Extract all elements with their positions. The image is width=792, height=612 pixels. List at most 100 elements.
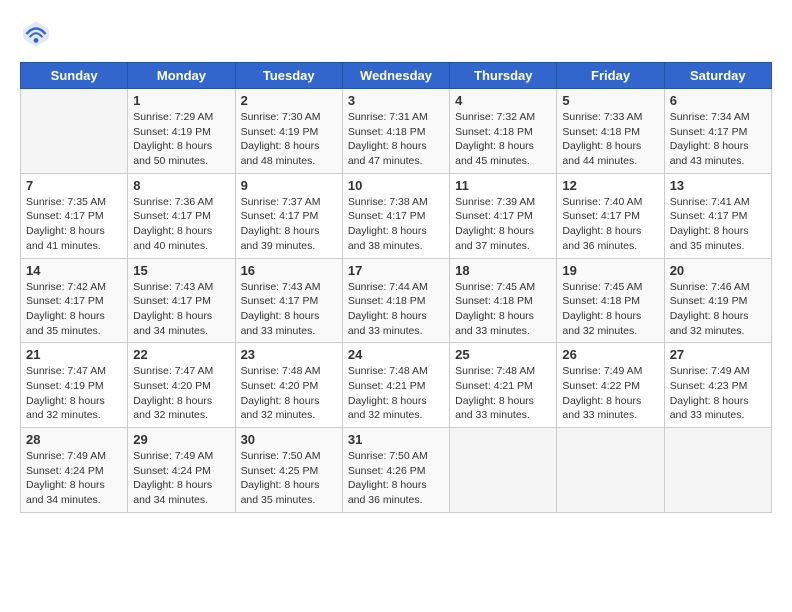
calendar-cell: 16 Sunrise: 7:43 AM Sunset: 4:17 PM Dayli… [235, 258, 342, 343]
day-number: 11 [455, 178, 551, 193]
day-info: Sunrise: 7:47 AM Sunset: 4:19 PM Dayligh… [26, 364, 122, 423]
day-info: Sunrise: 7:49 AM Sunset: 4:23 PM Dayligh… [670, 364, 766, 423]
day-number: 27 [670, 347, 766, 362]
day-info: Sunrise: 7:30 AM Sunset: 4:19 PM Dayligh… [241, 110, 337, 169]
calendar-cell: 11 Sunrise: 7:39 AM Sunset: 4:17 PM Dayli… [450, 173, 557, 258]
day-info: Sunrise: 7:37 AM Sunset: 4:17 PM Dayligh… [241, 195, 337, 254]
calendar-cell: 20 Sunrise: 7:46 AM Sunset: 4:19 PM Dayli… [664, 258, 771, 343]
calendar-week-row: 21 Sunrise: 7:47 AM Sunset: 4:19 PM Dayli… [21, 343, 772, 428]
day-number: 25 [455, 347, 551, 362]
day-info: Sunrise: 7:49 AM Sunset: 4:22 PM Dayligh… [562, 364, 658, 423]
day-number: 21 [26, 347, 122, 362]
calendar-cell: 24 Sunrise: 7:48 AM Sunset: 4:21 PM Dayli… [342, 343, 449, 428]
calendar-cell: 21 Sunrise: 7:47 AM Sunset: 4:19 PM Dayli… [21, 343, 128, 428]
day-info: Sunrise: 7:42 AM Sunset: 4:17 PM Dayligh… [26, 280, 122, 339]
day-info: Sunrise: 7:29 AM Sunset: 4:19 PM Dayligh… [133, 110, 229, 169]
calendar-cell: 26 Sunrise: 7:49 AM Sunset: 4:22 PM Dayli… [557, 343, 664, 428]
day-number: 2 [241, 93, 337, 108]
calendar-cell [557, 428, 664, 513]
calendar-cell: 13Sunrise: 7:41 AM Sunset: 4:17 PM Dayli… [664, 173, 771, 258]
day-number: 19 [562, 263, 658, 278]
calendar-cell: 12Sunrise: 7:40 AM Sunset: 4:17 PM Dayli… [557, 173, 664, 258]
calendar-cell: 15Sunrise: 7:43 AM Sunset: 4:17 PM Dayli… [128, 258, 235, 343]
day-number: 22 [133, 347, 229, 362]
day-info: Sunrise: 7:50 AM Sunset: 4:25 PM Dayligh… [241, 449, 337, 508]
day-of-week-header: Tuesday [235, 63, 342, 89]
calendar-cell [450, 428, 557, 513]
day-info: Sunrise: 7:50 AM Sunset: 4:26 PM Dayligh… [348, 449, 444, 508]
day-info: Sunrise: 7:33 AM Sunset: 4:18 PM Dayligh… [562, 110, 658, 169]
day-info: Sunrise: 7:39 AM Sunset: 4:17 PM Dayligh… [455, 195, 551, 254]
calendar-cell: 22 Sunrise: 7:47 AM Sunset: 4:20 PM Dayli… [128, 343, 235, 428]
calendar-body: 1 Sunrise: 7:29 AM Sunset: 4:19 PM Daylig… [21, 89, 772, 513]
day-info: Sunrise: 7:44 AM Sunset: 4:18 PM Dayligh… [348, 280, 444, 339]
day-of-week-header: Saturday [664, 63, 771, 89]
calendar-week-row: 14 Sunrise: 7:42 AM Sunset: 4:17 PM Dayli… [21, 258, 772, 343]
calendar-week-row: 7 Sunrise: 7:35 AM Sunset: 4:17 PM Daylig… [21, 173, 772, 258]
day-number: 5 [562, 93, 658, 108]
day-number: 14 [26, 263, 122, 278]
day-info: Sunrise: 7:43 AM Sunset: 4:17 PM Dayligh… [241, 280, 337, 339]
calendar-week-row: 28Sunrise: 7:49 AM Sunset: 4:24 PM Dayli… [21, 428, 772, 513]
day-number: 17 [348, 263, 444, 278]
day-number: 3 [348, 93, 444, 108]
calendar-cell: 8Sunrise: 7:36 AM Sunset: 4:17 PM Daylig… [128, 173, 235, 258]
calendar-table: SundayMondayTuesdayWednesdayThursdayFrid… [20, 62, 772, 513]
day-number: 20 [670, 263, 766, 278]
calendar-cell: 1 Sunrise: 7:29 AM Sunset: 4:19 PM Daylig… [128, 89, 235, 174]
calendar-cell: 17 Sunrise: 7:44 AM Sunset: 4:18 PM Dayli… [342, 258, 449, 343]
day-info: Sunrise: 7:34 AM Sunset: 4:17 PM Dayligh… [670, 110, 766, 169]
calendar-cell: 19 Sunrise: 7:45 AM Sunset: 4:18 PM Dayli… [557, 258, 664, 343]
days-of-week-row: SundayMondayTuesdayWednesdayThursdayFrid… [21, 63, 772, 89]
calendar-cell: 2 Sunrise: 7:30 AM Sunset: 4:19 PM Daylig… [235, 89, 342, 174]
calendar-cell [21, 89, 128, 174]
calendar-cell: 5 Sunrise: 7:33 AM Sunset: 4:18 PM Daylig… [557, 89, 664, 174]
day-number: 31 [348, 432, 444, 447]
day-info: Sunrise: 7:47 AM Sunset: 4:20 PM Dayligh… [133, 364, 229, 423]
calendar-cell: 10 Sunrise: 7:38 AM Sunset: 4:17 PM Dayli… [342, 173, 449, 258]
day-info: Sunrise: 7:48 AM Sunset: 4:21 PM Dayligh… [348, 364, 444, 423]
day-of-week-header: Sunday [21, 63, 128, 89]
day-number: 16 [241, 263, 337, 278]
calendar-cell: 30Sunrise: 7:50 AM Sunset: 4:25 PM Dayli… [235, 428, 342, 513]
calendar-cell: 4Sunrise: 7:32 AM Sunset: 4:18 PM Daylig… [450, 89, 557, 174]
calendar-cell: 7 Sunrise: 7:35 AM Sunset: 4:17 PM Daylig… [21, 173, 128, 258]
calendar-cell: 18Sunrise: 7:45 AM Sunset: 4:18 PM Dayli… [450, 258, 557, 343]
day-number: 13 [670, 178, 766, 193]
calendar-cell: 27 Sunrise: 7:49 AM Sunset: 4:23 PM Dayli… [664, 343, 771, 428]
calendar-cell: 9Sunrise: 7:37 AM Sunset: 4:17 PM Daylig… [235, 173, 342, 258]
day-info: Sunrise: 7:35 AM Sunset: 4:17 PM Dayligh… [26, 195, 122, 254]
logo-icon [20, 18, 52, 50]
day-info: Sunrise: 7:32 AM Sunset: 4:18 PM Dayligh… [455, 110, 551, 169]
day-info: Sunrise: 7:45 AM Sunset: 4:18 PM Dayligh… [455, 280, 551, 339]
day-info: Sunrise: 7:48 AM Sunset: 4:21 PM Dayligh… [455, 364, 551, 423]
calendar-header: SundayMondayTuesdayWednesdayThursdayFrid… [21, 63, 772, 89]
day-info: Sunrise: 7:45 AM Sunset: 4:18 PM Dayligh… [562, 280, 658, 339]
calendar-week-row: 1 Sunrise: 7:29 AM Sunset: 4:19 PM Daylig… [21, 89, 772, 174]
header [20, 18, 772, 50]
day-info: Sunrise: 7:31 AM Sunset: 4:18 PM Dayligh… [348, 110, 444, 169]
day-info: Sunrise: 7:38 AM Sunset: 4:17 PM Dayligh… [348, 195, 444, 254]
logo [20, 18, 58, 50]
calendar-cell: 14 Sunrise: 7:42 AM Sunset: 4:17 PM Dayli… [21, 258, 128, 343]
calendar-cell: 23 Sunrise: 7:48 AM Sunset: 4:20 PM Dayli… [235, 343, 342, 428]
day-number: 23 [241, 347, 337, 362]
day-number: 10 [348, 178, 444, 193]
day-number: 24 [348, 347, 444, 362]
day-number: 15 [133, 263, 229, 278]
calendar-cell: 31 Sunrise: 7:50 AM Sunset: 4:26 PM Dayli… [342, 428, 449, 513]
day-number: 26 [562, 347, 658, 362]
day-info: Sunrise: 7:46 AM Sunset: 4:19 PM Dayligh… [670, 280, 766, 339]
calendar-cell: 3 Sunrise: 7:31 AM Sunset: 4:18 PM Daylig… [342, 89, 449, 174]
day-number: 29 [133, 432, 229, 447]
calendar-cell: 6Sunrise: 7:34 AM Sunset: 4:17 PM Daylig… [664, 89, 771, 174]
day-info: Sunrise: 7:36 AM Sunset: 4:17 PM Dayligh… [133, 195, 229, 254]
calendar-cell: 29 Sunrise: 7:49 AM Sunset: 4:24 PM Dayli… [128, 428, 235, 513]
day-number: 1 [133, 93, 229, 108]
day-info: Sunrise: 7:49 AM Sunset: 4:24 PM Dayligh… [133, 449, 229, 508]
calendar-cell: 28Sunrise: 7:49 AM Sunset: 4:24 PM Dayli… [21, 428, 128, 513]
day-of-week-header: Monday [128, 63, 235, 89]
day-info: Sunrise: 7:48 AM Sunset: 4:20 PM Dayligh… [241, 364, 337, 423]
day-number: 7 [26, 178, 122, 193]
day-of-week-header: Thursday [450, 63, 557, 89]
